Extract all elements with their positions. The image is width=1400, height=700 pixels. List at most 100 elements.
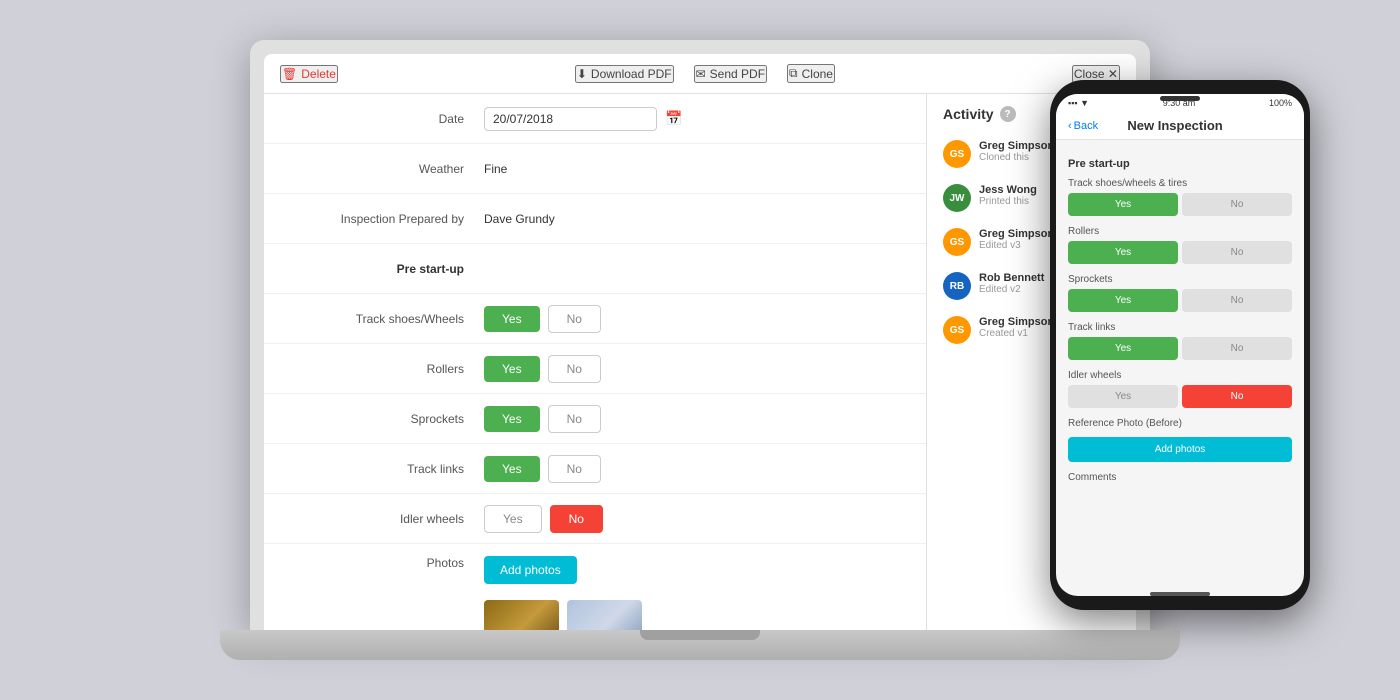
- rollers-field: Yes No: [484, 355, 926, 383]
- phone-toggle-0: Yes No: [1068, 193, 1292, 216]
- rollers-no-button[interactable]: No: [548, 355, 601, 383]
- download-pdf-label: Download PDF: [591, 67, 672, 81]
- phone-no-3[interactable]: No: [1182, 337, 1292, 360]
- date-label: Date: [264, 112, 484, 126]
- sprockets-field: Yes No: [484, 405, 926, 433]
- download-pdf-button[interactable]: ⬇ Download PDF: [575, 65, 674, 83]
- phone-toggle-3: Yes No: [1068, 337, 1292, 360]
- clone-icon: ⧉: [789, 66, 798, 81]
- phone-body: ▪▪▪ ▼ 9:30 am 100% ‹ Back New Inspection…: [1050, 80, 1310, 610]
- avatar-initials-2: GS: [950, 237, 964, 248]
- phone-yes-0[interactable]: Yes: [1068, 193, 1178, 216]
- clone-button[interactable]: ⧉ Clone: [787, 64, 835, 83]
- sprockets-no-button[interactable]: No: [548, 405, 601, 433]
- phone-battery: 100%: [1269, 98, 1292, 108]
- track-links-no-button[interactable]: No: [548, 455, 601, 483]
- laptop-screen: 🗑 Delete ⬇ Download PDF ✉ Send PDF ⧉: [264, 54, 1136, 630]
- phone-home-bar: [1150, 592, 1210, 596]
- photos-label: Photos: [264, 556, 484, 570]
- idler-wheels-yes-button[interactable]: Yes: [484, 505, 542, 533]
- send-pdf-button[interactable]: ✉ Send PDF: [694, 65, 767, 83]
- phone-no-0[interactable]: No: [1182, 193, 1292, 216]
- phone-device: ▪▪▪ ▼ 9:30 am 100% ‹ Back New Inspection…: [1050, 80, 1310, 610]
- avatar-initials-0: GS: [950, 149, 964, 160]
- inspection-field: Dave Grundy: [484, 212, 926, 226]
- chevron-left-icon: ‹: [1068, 120, 1072, 132]
- track-shoes-field: Yes No: [484, 305, 926, 333]
- laptop-device: 🗑 Delete ⬇ Download PDF ✉ Send PDF ⧉: [250, 40, 1150, 660]
- track-links-field: Yes No: [484, 455, 926, 483]
- phone-no-4[interactable]: No: [1182, 385, 1292, 408]
- app-content: Date 📅 Weather Fine: [264, 94, 1136, 630]
- sprockets-row: Sprockets Yes No: [264, 394, 926, 444]
- phone-reference-photo: Reference Photo (Before) Add photos: [1068, 418, 1292, 462]
- phone-no-1[interactable]: No: [1182, 241, 1292, 264]
- track-shoes-label: Track shoes/Wheels: [264, 312, 484, 326]
- idler-wheels-row: Idler wheels Yes No: [264, 494, 926, 544]
- phone-screen: ▪▪▪ ▼ 9:30 am 100% ‹ Back New Inspection…: [1056, 94, 1304, 596]
- phone-nav-title: New Inspection: [1127, 118, 1222, 133]
- form-table: Date 📅 Weather Fine: [264, 94, 926, 630]
- sprockets-yes-button[interactable]: Yes: [484, 406, 540, 432]
- calendar-icon[interactable]: 📅: [665, 110, 682, 127]
- phone-ref-photo-label: Reference Photo (Before): [1068, 418, 1292, 429]
- phone-field-1: Rollers Yes No: [1068, 226, 1292, 264]
- rollers-yes-button[interactable]: Yes: [484, 356, 540, 382]
- rollers-row: Rollers Yes No: [264, 344, 926, 394]
- laptop-notch: [640, 630, 760, 640]
- phone-label-3: Track links: [1068, 322, 1292, 333]
- sprockets-label: Sprockets: [264, 412, 484, 426]
- delete-button[interactable]: 🗑 Delete: [280, 65, 338, 83]
- phone-nav: ‹ Back New Inspection: [1056, 112, 1304, 140]
- avatar-initials-3: RB: [950, 281, 964, 292]
- activity-help-icon[interactable]: ?: [1000, 106, 1016, 122]
- phone-toggle-2: Yes No: [1068, 289, 1292, 312]
- phone-add-photos-button[interactable]: Add photos: [1068, 437, 1292, 462]
- phone-back-button[interactable]: ‹ Back: [1068, 120, 1098, 132]
- idler-wheels-no-button[interactable]: No: [550, 505, 603, 533]
- clone-label: Clone: [802, 67, 833, 81]
- track-links-row: Track links Yes No: [264, 444, 926, 494]
- phone-signal: ▪▪▪ ▼: [1068, 98, 1089, 108]
- phone-yes-3[interactable]: Yes: [1068, 337, 1178, 360]
- phone-yes-2[interactable]: Yes: [1068, 289, 1178, 312]
- phone-field-2: Sprockets Yes No: [1068, 274, 1292, 312]
- laptop-body: 🗑 Delete ⬇ Download PDF ✉ Send PDF ⧉: [250, 40, 1150, 630]
- avatar-0: GS: [943, 140, 971, 168]
- form-area: Date 📅 Weather Fine: [264, 94, 926, 630]
- phone-no-2[interactable]: No: [1182, 289, 1292, 312]
- date-row: Date 📅: [264, 94, 926, 144]
- track-links-yes-button[interactable]: Yes: [484, 456, 540, 482]
- avatar-4: GS: [943, 316, 971, 344]
- add-photos-button[interactable]: Add photos: [484, 556, 577, 584]
- phone-yes-4[interactable]: Yes: [1068, 385, 1178, 408]
- weather-field: Fine: [484, 162, 926, 176]
- date-input[interactable]: [484, 107, 657, 131]
- track-shoes-row: Track shoes/Wheels Yes No: [264, 294, 926, 344]
- avatar-1: JW: [943, 184, 971, 212]
- phone-label-4: Idler wheels: [1068, 370, 1292, 381]
- track-shoes-yes-button[interactable]: Yes: [484, 306, 540, 332]
- phone-field-3: Track links Yes No: [1068, 322, 1292, 360]
- avatar-2: GS: [943, 228, 971, 256]
- phone-content: Pre start-up Track shoes/wheels & tires …: [1056, 140, 1304, 586]
- inspection-label: Inspection Prepared by: [264, 212, 484, 226]
- avatar-initials-4: GS: [950, 325, 964, 336]
- phone-toggle-4: Yes No: [1068, 385, 1292, 408]
- avatar-3: RB: [943, 272, 971, 300]
- photos-row: Photos Add photos: [264, 544, 926, 630]
- close-label: Close: [1074, 67, 1105, 81]
- phone-yes-1[interactable]: Yes: [1068, 241, 1178, 264]
- app-toolbar: 🗑 Delete ⬇ Download PDF ✉ Send PDF ⧉: [264, 54, 1136, 94]
- weather-value: Fine: [484, 162, 507, 176]
- toolbar-left: 🗑 Delete: [280, 65, 338, 83]
- weather-row: Weather Fine: [264, 144, 926, 194]
- track-links-label: Track links: [264, 462, 484, 476]
- photo-thumb-2: [567, 600, 642, 630]
- laptop-base: [220, 630, 1180, 660]
- photo-thumb-1: [484, 600, 559, 630]
- phone-pre-startup: Pre start-up: [1068, 158, 1292, 170]
- phone-toggle-1: Yes No: [1068, 241, 1292, 264]
- phone-label-1: Rollers: [1068, 226, 1292, 237]
- track-shoes-no-button[interactable]: No: [548, 305, 601, 333]
